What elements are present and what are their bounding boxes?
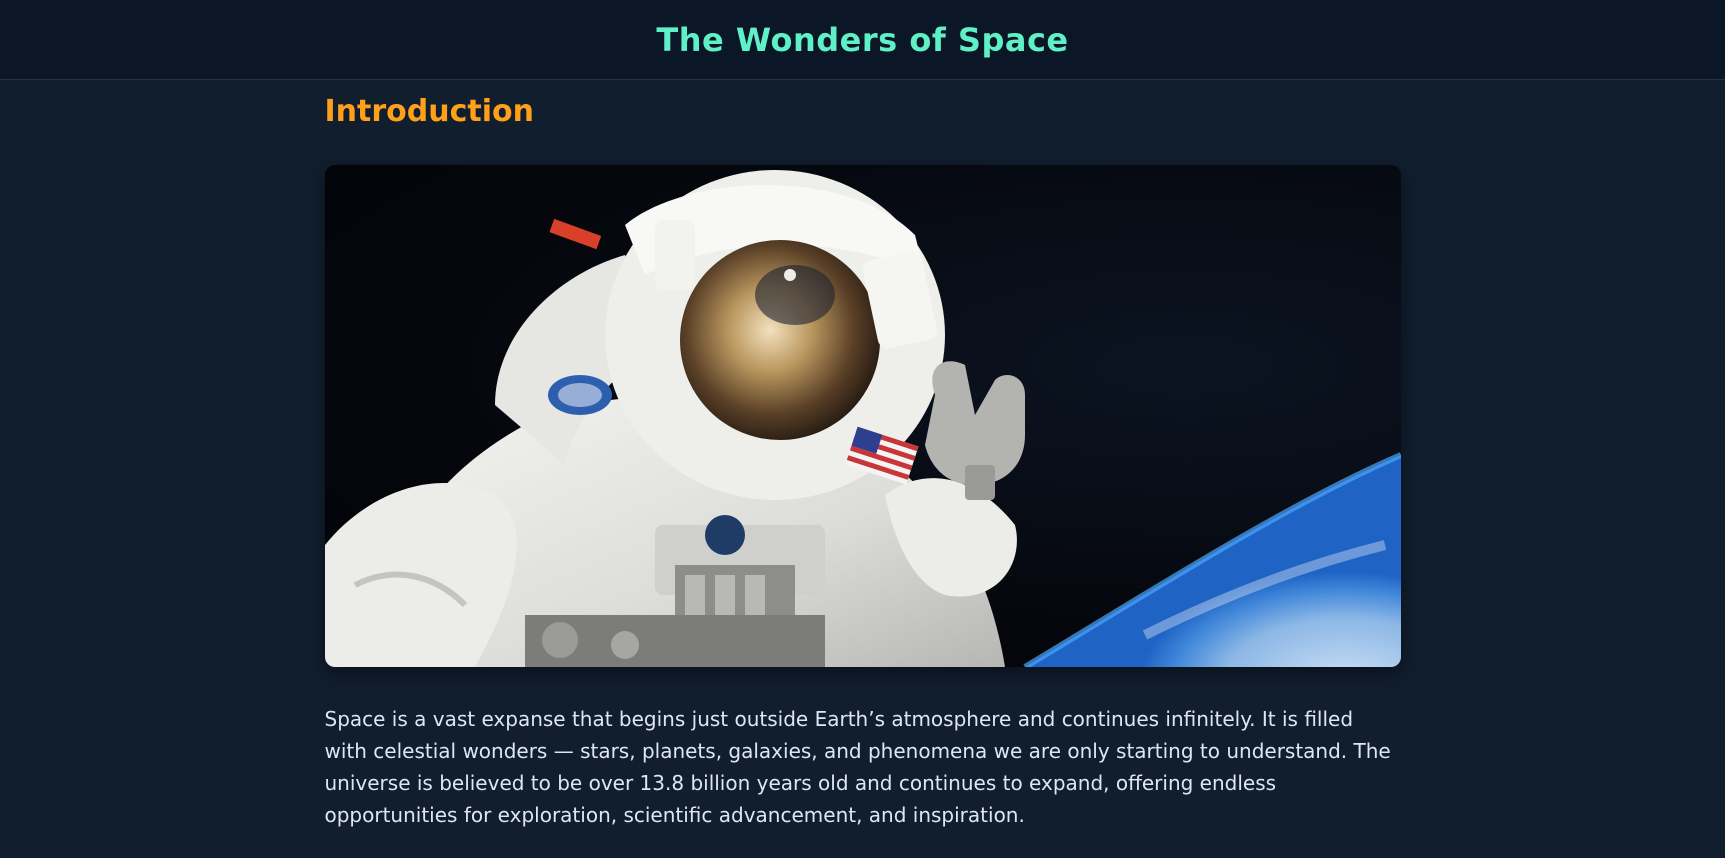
hero-image xyxy=(324,165,1401,667)
intro-paragraph: Space is a vast expanse that begins just… xyxy=(324,707,1391,827)
main-content: Introduction Space is a vast expanse tha… xyxy=(324,94,1401,831)
site-title: The Wonders of Space xyxy=(656,20,1069,59)
site-header: The Wonders of Space xyxy=(0,0,1725,80)
astronaut-image xyxy=(324,170,1401,667)
section-heading: Introduction xyxy=(324,94,534,129)
